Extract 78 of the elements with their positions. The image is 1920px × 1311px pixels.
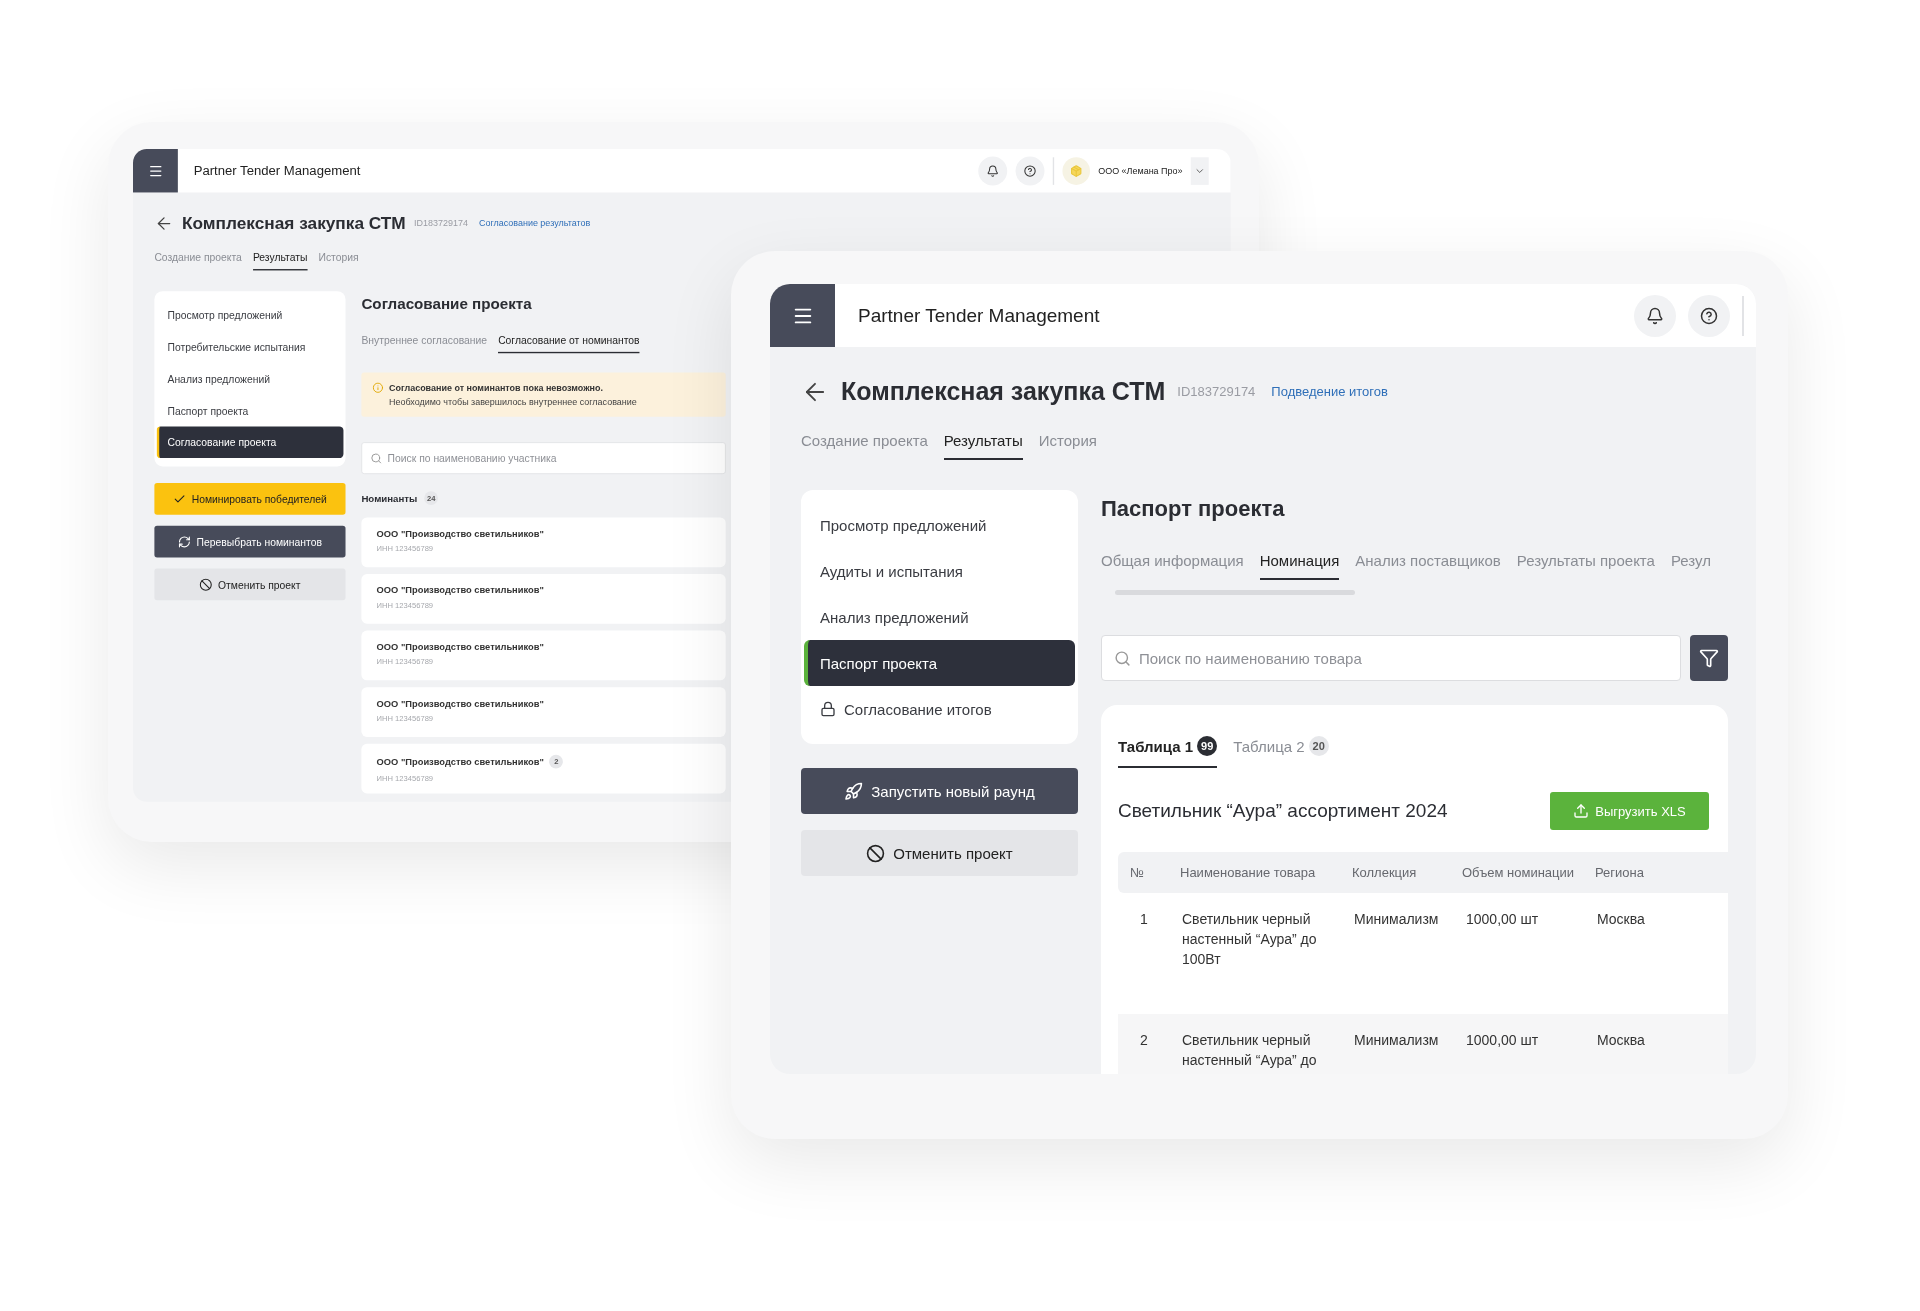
warning-title: Согласование от номинантов пока невозможно.: [389, 382, 604, 393]
notifications-button[interactable]: [978, 156, 1008, 186]
action-button[interactable]: Отменить проект: [154, 568, 346, 601]
company-name: ООО «Лемана Про»: [1098, 165, 1183, 176]
sidebar-item[interactable]: Согласование итогов: [804, 686, 1075, 732]
help-button[interactable]: [1015, 156, 1045, 186]
column-header: Коллекция: [1352, 865, 1418, 880]
menu-button[interactable]: [770, 284, 835, 347]
sidebar-item[interactable]: Анализ предложений: [156, 362, 344, 395]
table-cell-text: 1: [1139, 910, 1149, 929]
table-cell-text: Минимализм: [1353, 910, 1440, 929]
table-cell-text: Светильник черный настенный “Аура” до: [1181, 1031, 1318, 1070]
table-tab[interactable]: Таблица 1 99: [1118, 736, 1218, 768]
action-button[interactable]: Отменить проект: [801, 830, 1078, 876]
subtab[interactable]: Согласование от номинантов: [498, 333, 640, 354]
sidebar-item[interactable]: Паспорт проекта: [804, 640, 1075, 686]
nominee-name: ООО "Производство светильников": [376, 641, 544, 652]
sidebar-item[interactable]: Просмотр предложений: [804, 502, 1075, 548]
table-cell-text: Москва: [1596, 1031, 1646, 1050]
project-id: ID183729174: [1177, 384, 1256, 399]
nominee-name: ООО "Производство светильников": [376, 585, 544, 596]
sidebar-item[interactable]: Анализ предложений: [804, 594, 1075, 640]
notifications-button[interactable]: [1634, 294, 1676, 337]
column-header: Региона: [1595, 865, 1645, 880]
table-cell-text: Минимализм: [1353, 1031, 1440, 1050]
sidebar-item[interactable]: Паспорт проекта: [156, 394, 344, 427]
section-title: Согласование проекта: [361, 295, 533, 314]
search-input[interactable]: Поиск по наименованию участника: [386, 451, 717, 465]
sidebar-item[interactable]: Потребительские испытания: [156, 331, 344, 363]
table-cell-text: 1000,00 шт: [1465, 910, 1540, 929]
tab[interactable]: Результаты: [252, 251, 308, 271]
nominee-name: ООО "Производство светильников": [376, 756, 544, 767]
project-title: Комплексная закупка СТМ: [182, 213, 406, 234]
nominees-label: Номинанты: [361, 492, 418, 504]
filter-button[interactable]: [1690, 635, 1728, 681]
nominee-name: ООО "Производство светильников": [376, 528, 544, 539]
table-title: Светильник “Аура” ассортимент 2024: [1118, 800, 1448, 822]
table-cell-text: 1000,00 шт: [1465, 1031, 1540, 1050]
help-button[interactable]: [1688, 294, 1730, 337]
project-id: ID183729174: [414, 218, 468, 229]
bell-icon: [1646, 306, 1664, 325]
rocket-icon: [844, 781, 864, 801]
project-title: Комплексная закупка СТМ: [841, 377, 1166, 406]
ban-icon: [866, 843, 886, 863]
count-badge: 20: [1308, 736, 1329, 756]
table-cell-text: Москва: [1596, 910, 1646, 929]
action-button[interactable]: Номинировать победителей: [154, 482, 346, 515]
filter-icon: [1699, 648, 1719, 668]
status-link[interactable]: Согласование результатов: [478, 218, 591, 229]
column-header: Объем номинации: [1462, 865, 1576, 880]
app-title: Partner Tender Management: [858, 304, 1100, 327]
table-cell-text: 2: [1139, 1031, 1149, 1050]
search-icon: [1114, 649, 1131, 667]
column-header: №: [1130, 865, 1145, 880]
warning-text: Необходимо чтобы завершилось внутреннее согласование: [389, 396, 637, 408]
sidebar-item[interactable]: Просмотр предложений: [156, 299, 344, 332]
table-tab[interactable]: Таблица 2 20: [1233, 736, 1329, 768]
section-title: Паспорт проекта: [1101, 496, 1286, 522]
menu-button[interactable]: [133, 149, 178, 193]
nominee-name: ООО "Производство светильников": [376, 698, 544, 709]
subtab[interactable]: Номинация: [1259, 552, 1340, 580]
action-button[interactable]: Запустить новый раунд: [801, 768, 1078, 814]
search-field[interactable]: Поиск по наименованию товара: [1101, 635, 1681, 681]
search-input[interactable]: Поиск по наименованию товара: [1137, 648, 1668, 668]
sidebar-item[interactable]: Аудиты и испытания: [804, 548, 1075, 594]
lock-icon: [820, 701, 836, 717]
sidebar-item[interactable]: Согласование проекта: [156, 426, 344, 459]
tab[interactable]: Результаты: [943, 432, 1023, 460]
help-icon: [1700, 306, 1718, 325]
count-badge: 99: [1197, 736, 1218, 756]
app-title: Partner Tender Management: [193, 163, 361, 179]
search-field[interactable]: Поиск по наименованию участника: [361, 442, 726, 474]
column-header: Наименование товара: [1180, 865, 1317, 880]
status-link[interactable]: Подведение итогов: [1271, 384, 1388, 399]
action-button[interactable]: Перевыбрать номинантов: [154, 525, 346, 558]
upload-icon: [1573, 803, 1590, 819]
scrollbar-thumb[interactable]: [1115, 590, 1355, 595]
table-cell-text: Светильник черный настенный “Аура” до 100Вт: [1181, 910, 1318, 969]
